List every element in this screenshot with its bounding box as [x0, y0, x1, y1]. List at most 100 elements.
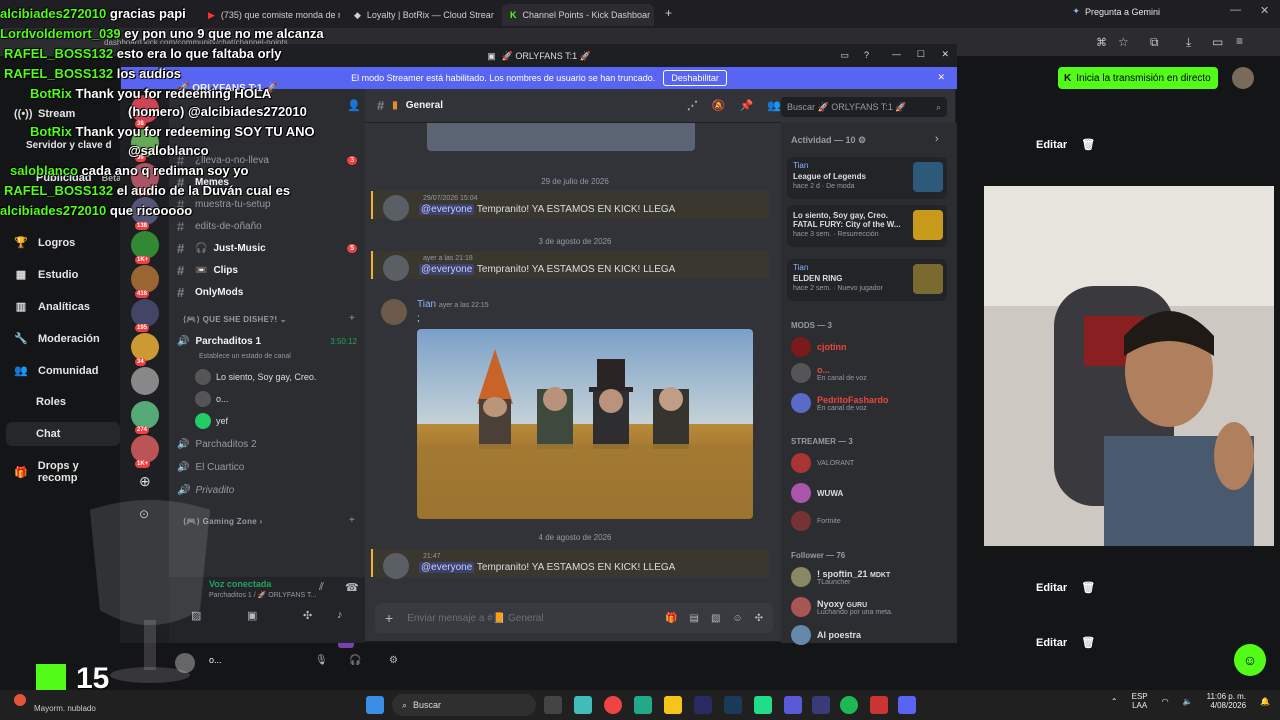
pin-icon[interactable]: 📌	[740, 99, 754, 112]
server-icon[interactable]: 274	[131, 401, 159, 434]
server-icon[interactable]: 34	[131, 333, 159, 366]
sidebar-item-moderation[interactable]: 🔧 Moderación	[14, 332, 100, 346]
sidebar-item-drops[interactable]: 🎁 Drops y recomp	[14, 460, 120, 484]
trash-icon[interactable]: 🗑	[1081, 636, 1095, 649]
help-icon[interactable]: ?	[864, 50, 869, 60]
weather-widget[interactable]: Mayorm. nublado	[14, 692, 96, 713]
member-item[interactable]: Nyoxy GURU Luchando por una meta.	[791, 597, 951, 617]
app-icon[interactable]	[784, 696, 802, 714]
voice-channel[interactable]: 🔊 El Cuartico	[177, 462, 357, 473]
app-icon[interactable]	[754, 696, 772, 714]
sidebar-item-community[interactable]: 👥 Comunidad	[14, 364, 98, 378]
sidebar-item-roles[interactable]: Roles	[36, 396, 66, 408]
member-item[interactable]: WUWA	[791, 483, 951, 503]
activity-card[interactable]: Tian ELDEN RING hace 2 sem. · Nuevo juga…	[787, 259, 947, 301]
close-icon[interactable]: ✕	[941, 49, 949, 60]
help-chat-icon[interactable]: ☺	[1234, 644, 1266, 676]
sidebar-item-studio[interactable]: ▦ Estudio	[14, 268, 79, 282]
chevron-right-icon[interactable]: ›	[935, 133, 939, 145]
trash-icon[interactable]: 🗑	[1081, 138, 1095, 151]
browser-tab-youtube[interactable]: ▶ (735) que comiste monda de m ✕	[200, 4, 340, 26]
member-item[interactable]: Al poestra	[791, 625, 951, 645]
headphones-icon[interactable]: 🎧	[349, 655, 361, 666]
activity-card[interactable]: Lo siento, Soy gay, Creo. FATAL FURY: Ci…	[787, 205, 947, 247]
soundboard-icon[interactable]: ♪	[337, 609, 343, 621]
volume-icon[interactable]: 🔈	[1183, 697, 1193, 706]
disconnect-icon[interactable]: ☎	[345, 581, 359, 594]
edit-row-button[interactable]: Editar 🗑	[1036, 138, 1112, 152]
category-header[interactable]: ⟨🎮⟩ QUE SHE DISHE?! ⌄	[183, 315, 287, 324]
emoji-icon[interactable]: ☺	[732, 613, 742, 624]
search-input[interactable]: Buscar 🚀 ORLYFANS T:1 🚀 ⌕	[781, 97, 947, 117]
extensions-icon[interactable]: ⧉	[1150, 35, 1159, 50]
activities-icon[interactable]: ✣	[303, 609, 312, 622]
browser-tab-botrix[interactable]: ◆ Loyalty | BotRix — Cloud Stream ✕	[346, 4, 494, 26]
message-image[interactable]	[427, 123, 695, 151]
close-window-icon[interactable]: ✕	[1260, 4, 1269, 17]
edit-row-button[interactable]: Editar 🗑	[1036, 636, 1112, 650]
taskbar-search[interactable]: ⌕ Buscar	[392, 694, 536, 716]
sidebar-item-chat[interactable]: Chat	[6, 422, 120, 446]
translate-icon[interactable]: ⌘	[1096, 36, 1107, 49]
system-tray[interactable]: ⌃ ESP LAA ◠ 🔈 11:06 p. m. 4/08/2026 🔔	[1111, 692, 1270, 710]
gemini-button[interactable]: ✦ Pregunta a Gemini	[1072, 6, 1160, 17]
message[interactable]: ayer a las 21:18 @everyone Tempranito! Y…	[371, 251, 769, 281]
member-item[interactable]: PedritoFashardo En canal de voz	[791, 393, 951, 413]
sidebar-item-analytics[interactable]: ▥ Analíticas	[14, 300, 90, 314]
member-item[interactable]: VALORANT	[791, 453, 951, 473]
add-channel-icon[interactable]: +	[349, 515, 355, 526]
voice-channel[interactable]: 🔊 Parchaditos 1 3:50:12	[177, 336, 357, 347]
sidebar-item-server[interactable]: Servidor y clave d	[26, 140, 112, 151]
premiere-icon[interactable]	[694, 696, 712, 714]
windows-start-icon[interactable]	[366, 696, 384, 714]
invite-icon[interactable]: 👤	[347, 99, 361, 112]
voice-user[interactable]: yef	[195, 413, 228, 429]
avatar[interactable]	[1232, 67, 1254, 89]
inbox-icon[interactable]: ▭	[840, 50, 849, 61]
add-attachment-icon[interactable]: +	[385, 610, 393, 626]
mic-icon[interactable]: 🎙	[315, 655, 328, 666]
chrome-icon[interactable]	[604, 696, 622, 714]
minimize-icon[interactable]: —	[1230, 4, 1241, 16]
screen-share-icon[interactable]: ▣	[247, 609, 257, 622]
message-composer[interactable]: + Enviar mensaje a #📙 General 🎁 ▤ ▧ ☺ ✣	[375, 603, 773, 633]
channel-item[interactable]: # OnlyMods	[177, 285, 357, 300]
server-icon[interactable]: 1K+	[131, 231, 159, 264]
gif-icon[interactable]: ▤	[689, 613, 698, 624]
threads-icon[interactable]: ⋰	[687, 99, 698, 112]
channel-item[interactable]: # 📼 Clips	[177, 263, 357, 278]
steam-icon[interactable]	[724, 696, 742, 714]
activity-card[interactable]: Tian League of Legends hace 2 d · De mod…	[787, 157, 947, 199]
trash-icon[interactable]: 🗑	[1081, 581, 1095, 594]
voice-channel[interactable]: 🔊 Parchaditos 2	[177, 439, 357, 450]
channel-item[interactable]: # muestra-tu-setup	[177, 197, 357, 212]
sidebar-item-stream[interactable]: ((•)) Stream	[14, 108, 75, 120]
split-icon[interactable]: ▭	[1212, 35, 1223, 49]
gift-icon[interactable]: 🎁	[665, 613, 677, 624]
star-icon[interactable]: ☆	[1118, 35, 1129, 49]
menu-icon[interactable]: ≡	[1236, 34, 1243, 48]
apps-icon[interactable]: ✣	[755, 613, 763, 624]
after-effects-icon[interactable]	[812, 696, 830, 714]
voice-status[interactable]: Establece un estado de canal	[199, 353, 291, 360]
copilot-icon[interactable]	[574, 696, 592, 714]
edge-icon[interactable]	[634, 696, 652, 714]
close-banner-icon[interactable]: ✕	[937, 72, 945, 83]
wifi-icon[interactable]: ◠	[1162, 697, 1169, 706]
member-item[interactable]: ! spoftin_21 MDKT TLauncher	[791, 567, 951, 587]
noise-suppression-icon[interactable]: ⫽	[319, 581, 324, 594]
edit-row-button[interactable]: Editar 🗑	[1036, 581, 1112, 595]
download-icon[interactable]: ⤓	[1186, 35, 1191, 50]
minimize-icon[interactable]: —	[892, 49, 901, 59]
voice-user[interactable]: o...	[195, 391, 229, 407]
message-image[interactable]	[417, 329, 753, 519]
member-item[interactable]: cjotinn	[791, 337, 951, 357]
server-icon[interactable]: 1K+	[131, 435, 159, 468]
mute-icon[interactable]: 🔕	[712, 99, 726, 112]
discord-icon[interactable]	[898, 696, 916, 714]
member-item[interactable]: o... En canal de voz	[791, 363, 951, 383]
server-icon[interactable]	[131, 367, 159, 395]
maximize-icon[interactable]: ☐	[917, 49, 925, 60]
task-view-icon[interactable]	[544, 696, 562, 714]
chevron-up-icon[interactable]: ⌃	[1111, 697, 1118, 706]
